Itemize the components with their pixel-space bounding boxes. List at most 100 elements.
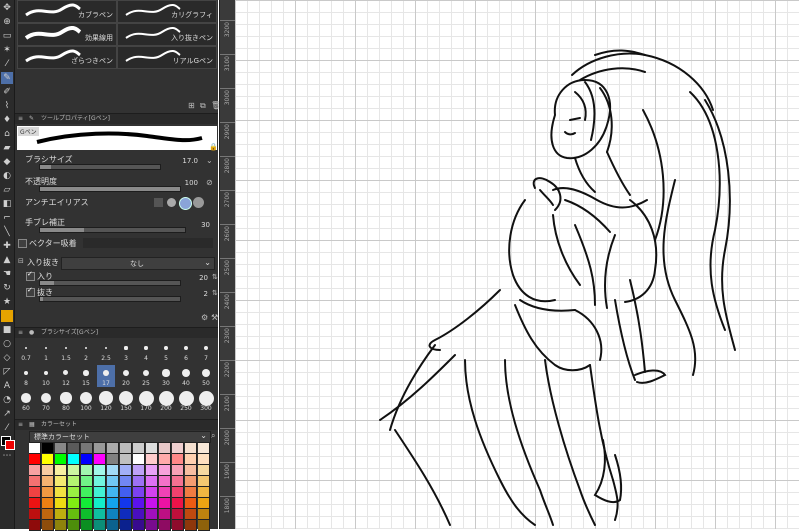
color-swatch[interactable]: [29, 498, 41, 509]
color-swatch[interactable]: [198, 476, 210, 487]
color-swatch[interactable]: [159, 520, 171, 531]
color-swatch[interactable]: [94, 476, 106, 487]
color-swatch[interactable]: [29, 509, 41, 520]
color-swatch[interactable]: [146, 476, 158, 487]
color-swatch[interactable]: [81, 476, 93, 487]
pointer-icon[interactable]: ◸: [1, 366, 13, 378]
color-swatch[interactable]: [68, 465, 80, 476]
color-swatch[interactable]: [159, 498, 171, 509]
color-swatch[interactable]: [159, 487, 171, 498]
brush-size-option[interactable]: 10: [37, 365, 55, 387]
color-swatch[interactable]: [81, 454, 93, 465]
color-swatch[interactable]: [81, 498, 93, 509]
color-swatch[interactable]: [172, 520, 184, 531]
wrench-icon[interactable]: ⚒: [211, 313, 218, 322]
color-swatch[interactable]: [94, 498, 106, 509]
vector-snap-checkbox[interactable]: [18, 239, 27, 248]
color-swatch[interactable]: [198, 454, 210, 465]
gradient-icon[interactable]: ◐: [1, 170, 13, 182]
taper-in-value[interactable]: 20: [199, 274, 208, 282]
brush-size-option[interactable]: 30: [157, 365, 175, 387]
color-swatch[interactable]: [159, 509, 171, 520]
color-swatch[interactable]: [133, 443, 145, 454]
color-swatch[interactable]: [133, 498, 145, 509]
brush-size-option[interactable]: 200: [157, 390, 175, 412]
color-swatch[interactable]: [107, 520, 119, 531]
brush-preset[interactable]: 入り抜きペン: [117, 23, 217, 46]
brush-size-option[interactable]: 120: [97, 390, 115, 412]
color-swatch[interactable]: [120, 520, 132, 531]
color-swatch[interactable]: [81, 487, 93, 498]
transparent-icon[interactable]: ⋯: [1, 450, 13, 462]
color-swatch[interactable]: [42, 498, 54, 509]
opacity-value[interactable]: 100: [185, 179, 198, 187]
brush-size-option[interactable]: 2: [77, 340, 95, 362]
shape-icon[interactable]: ◇: [1, 352, 13, 364]
color-swatch[interactable]: [172, 498, 184, 509]
brush-size-slider[interactable]: [39, 164, 161, 170]
move-icon[interactable]: ✥: [1, 2, 13, 14]
color-swatch[interactable]: [198, 509, 210, 520]
brush-size-option[interactable]: 0.7: [17, 340, 35, 362]
color-icon[interactable]: [1, 310, 13, 322]
color-swatch[interactable]: [55, 487, 67, 498]
balloon-icon[interactable]: ◔: [1, 394, 13, 406]
color-swatch[interactable]: [172, 443, 184, 454]
dropdown-icon[interactable]: ⌄: [206, 156, 213, 165]
color-swatch[interactable]: [94, 487, 106, 498]
color-swatch[interactable]: [68, 476, 80, 487]
aa-none-option[interactable]: [154, 198, 163, 207]
color-swatch[interactable]: [68, 487, 80, 498]
color-swatch[interactable]: [172, 476, 184, 487]
color-swatch[interactable]: [146, 520, 158, 531]
zoom-icon[interactable]: ⊕: [1, 16, 13, 28]
star-icon[interactable]: ★: [1, 296, 13, 308]
hand-icon[interactable]: ☚: [1, 268, 13, 280]
color-swatch[interactable]: [29, 443, 41, 454]
brush-size-option[interactable]: 70: [37, 390, 55, 412]
tool-property-header[interactable]: ≡ ✎ ツールプロパティ[Gペン]: [15, 113, 218, 124]
color-swatch[interactable]: [29, 520, 41, 531]
brush-preset[interactable]: カブラペン: [17, 0, 117, 23]
brush-size-option[interactable]: 6: [177, 340, 195, 362]
brush-preset[interactable]: ざらつきペン: [17, 46, 117, 69]
brush-size-option[interactable]: 1.5: [57, 340, 75, 362]
color-swatch[interactable]: [185, 443, 197, 454]
color-swatch[interactable]: [198, 465, 210, 476]
color-swatch[interactable]: [133, 465, 145, 476]
color-swatch[interactable]: [107, 443, 119, 454]
color-swatch[interactable]: [198, 487, 210, 498]
color-swatch[interactable]: [146, 454, 158, 465]
square-icon[interactable]: ■: [1, 324, 13, 336]
taper-select[interactable]: なし ⌄: [61, 257, 215, 270]
brush-size-option[interactable]: 1: [37, 340, 55, 362]
color-swatch[interactable]: [172, 487, 184, 498]
search-icon[interactable]: ⌕: [211, 431, 215, 441]
color-swatch[interactable]: [55, 443, 67, 454]
brush-preset[interactable]: カリグラフィ: [117, 0, 217, 23]
color-swatch[interactable]: [81, 465, 93, 476]
color-swatch[interactable]: [120, 465, 132, 476]
select-icon[interactable]: ▭: [1, 30, 13, 42]
color-swatch[interactable]: [42, 487, 54, 498]
color-swatch[interactable]: [107, 476, 119, 487]
correct-line-icon[interactable]: ↗: [1, 408, 13, 420]
color-swatch[interactable]: [94, 443, 106, 454]
brush-size-option[interactable]: 20: [117, 365, 135, 387]
color-swatch[interactable]: [185, 487, 197, 498]
brush-size-option[interactable]: 8: [17, 365, 35, 387]
brush-preset[interactable]: リアルGペン: [117, 46, 217, 69]
color-swatch[interactable]: [55, 454, 67, 465]
color-swatch[interactable]: [133, 476, 145, 487]
color-swatch[interactable]: [185, 509, 197, 520]
color-swatch[interactable]: [94, 520, 106, 531]
bucket-icon[interactable]: ◆: [1, 156, 13, 168]
option-icon[interactable]: ⊘: [206, 178, 213, 187]
color-swatch[interactable]: [159, 476, 171, 487]
rotate-icon[interactable]: ↻: [1, 282, 13, 294]
plus-icon[interactable]: ✚: [1, 240, 13, 252]
color-swatch[interactable]: [68, 454, 80, 465]
color-swatch[interactable]: [94, 454, 106, 465]
brush-preset[interactable]: 効果線用: [17, 23, 117, 46]
blend-icon[interactable]: ⌂: [1, 128, 13, 140]
